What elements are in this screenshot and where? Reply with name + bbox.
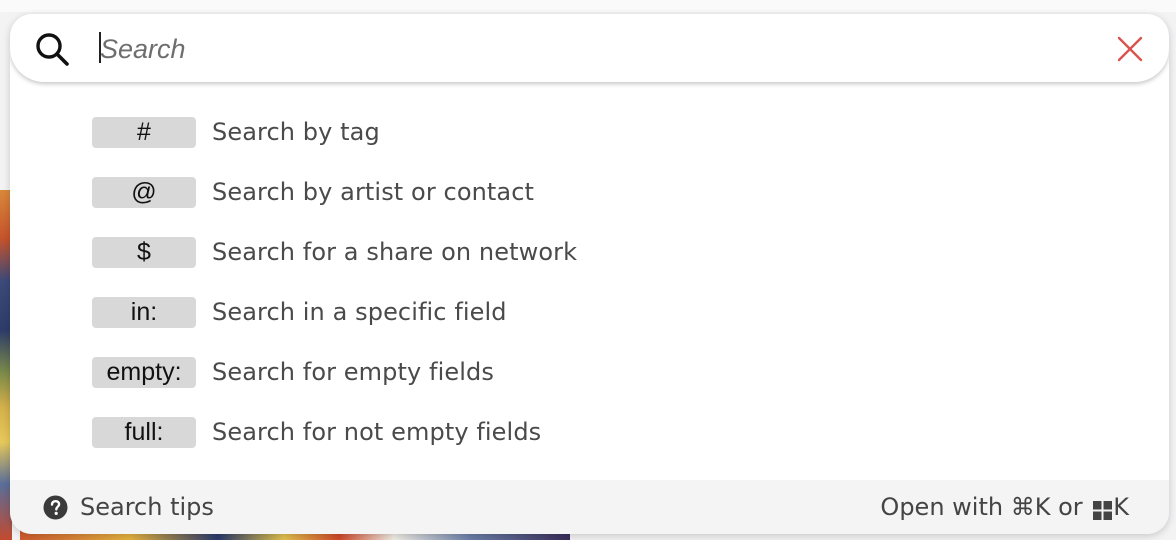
question-circle-icon xyxy=(43,495,68,520)
hint-description: Search for a share on network xyxy=(212,238,578,266)
hint-key: empty: xyxy=(92,356,196,388)
hint-row-tag[interactable]: # Search by tag xyxy=(92,116,892,148)
close-icon[interactable] xyxy=(1116,35,1144,63)
hint-description: Search for empty fields xyxy=(212,358,494,386)
shortcut-text: Open with ⌘K or xyxy=(880,493,1091,521)
search-bar xyxy=(10,14,1169,82)
windows-key-icon xyxy=(1093,498,1113,520)
hint-row-empty[interactable]: empty: Search for empty fields xyxy=(92,356,892,388)
hint-key: @ xyxy=(92,176,196,208)
hint-key: # xyxy=(92,116,196,148)
search-tips-link[interactable]: Search tips xyxy=(43,493,214,521)
search-input[interactable] xyxy=(98,26,1082,72)
shortcut-key: K xyxy=(1113,493,1129,521)
hint-key: full: xyxy=(92,416,196,448)
hint-row-share[interactable]: $ Search for a share on network xyxy=(92,236,892,268)
search-tips-label: Search tips xyxy=(80,493,214,521)
text-caret xyxy=(99,32,101,63)
hint-description: Search by tag xyxy=(212,118,380,146)
search-footer: Search tips Open with ⌘K or K xyxy=(10,480,1169,534)
hint-key: $ xyxy=(92,236,196,268)
hint-key: in: xyxy=(92,296,196,328)
hint-row-field[interactable]: in: Search in a specific field xyxy=(92,296,892,328)
hint-description: Search by artist or contact xyxy=(212,178,535,206)
hint-description: Search in a specific field xyxy=(212,298,507,326)
hint-description: Search for not empty fields xyxy=(212,418,542,446)
hint-row-artist[interactable]: @ Search by artist or contact xyxy=(92,176,892,208)
search-panel: # Search by tag @ Search by artist or co… xyxy=(10,14,1169,534)
search-icon xyxy=(34,31,70,67)
page-background xyxy=(0,0,1176,12)
hint-row-full[interactable]: full: Search for not empty fields xyxy=(92,416,892,448)
keyboard-shortcut-hint: Open with ⌘K or K xyxy=(880,493,1129,521)
